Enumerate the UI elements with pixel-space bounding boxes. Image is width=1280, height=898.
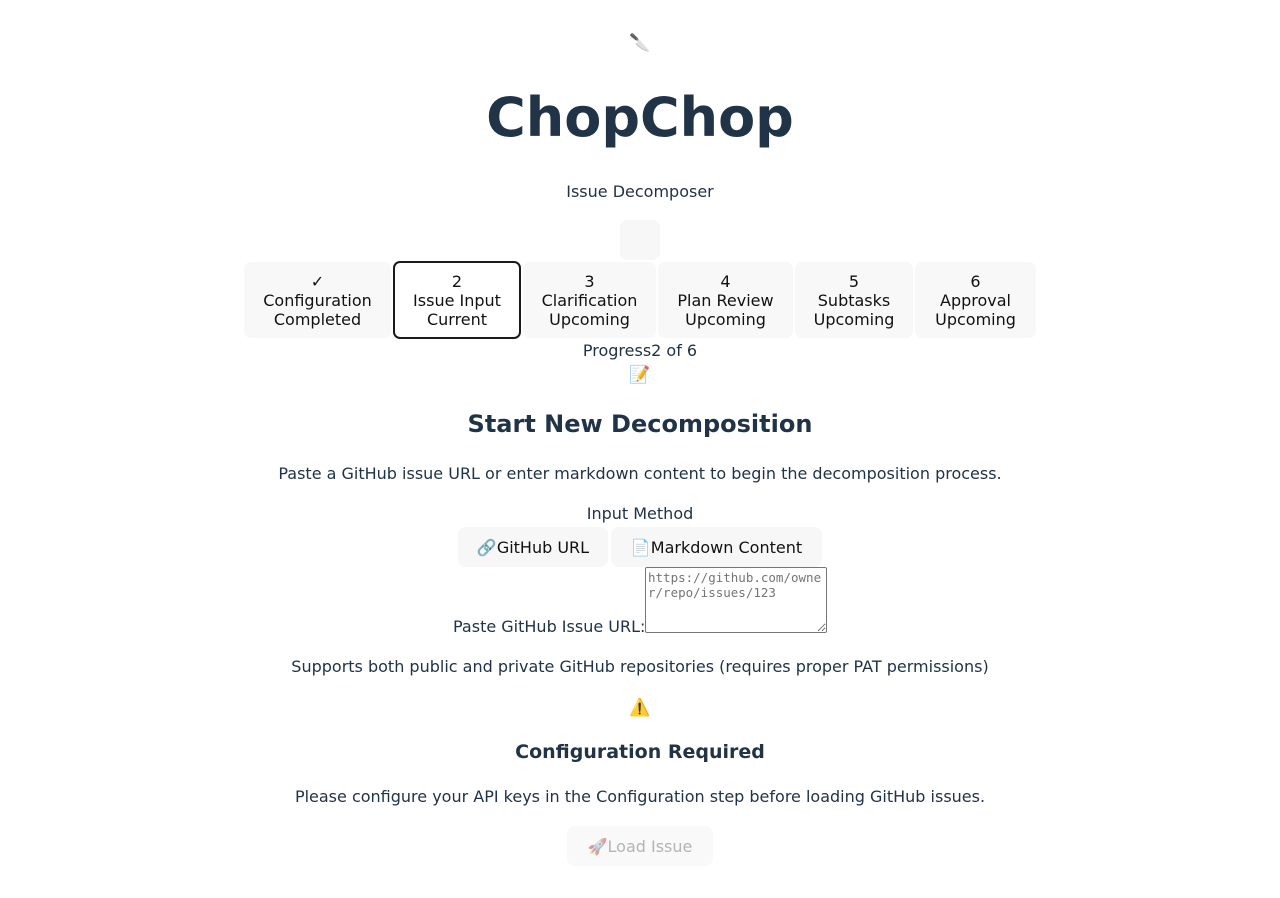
- tab-github-url[interactable]: 🔗 GitHub URL: [458, 527, 608, 567]
- step-name: Plan Review: [677, 291, 774, 310]
- step-subtasks[interactable]: 5 Subtasks Upcoming: [795, 262, 913, 338]
- step-name: Configuration: [263, 291, 372, 310]
- section-title: Start New Decomposition: [467, 410, 813, 438]
- step-status: Upcoming: [813, 310, 895, 329]
- step-configuration[interactable]: ✓ Configuration Completed: [244, 262, 391, 338]
- step-status: Upcoming: [935, 310, 1016, 329]
- load-issue-label: Load Issue: [607, 836, 693, 856]
- help-text: Supports both public and private GitHub …: [291, 657, 989, 676]
- step-number: ✓: [310, 272, 325, 291]
- section-description: Paste a GitHub issue URL or enter markdo…: [278, 464, 1002, 483]
- theme-toggle-button[interactable]: [620, 220, 660, 260]
- link-icon: 🔗: [476, 537, 497, 557]
- tab-label: Markdown Content: [650, 537, 803, 557]
- step-number: 2: [451, 272, 463, 291]
- step-name: Clarification: [541, 291, 638, 310]
- step-plan-review[interactable]: 4 Plan Review Upcoming: [658, 262, 793, 338]
- step-status: Completed: [273, 310, 362, 329]
- progress-text: Progress2 of 6: [582, 341, 698, 360]
- warning-title: Configuration Required: [515, 741, 765, 763]
- step-name: Approval: [940, 291, 1011, 310]
- app-subtitle: Issue Decomposer: [566, 182, 714, 201]
- github-url-input[interactable]: [645, 567, 827, 633]
- page: 🔪 ChopChop Issue Decomposer ✓ Configurat…: [0, 0, 1280, 898]
- step-clarification[interactable]: 3 Clarification Upcoming: [523, 262, 656, 338]
- step-name: Subtasks: [817, 291, 891, 310]
- step-status: Upcoming: [549, 310, 630, 329]
- warning-icon: ⚠️: [629, 698, 651, 718]
- step-status: Current: [426, 310, 488, 329]
- tab-label: GitHub URL: [496, 537, 590, 557]
- step-name: Issue Input: [413, 291, 501, 310]
- step-number: 4: [720, 272, 731, 291]
- load-issue-button[interactable]: 🚀 Load Issue: [567, 826, 713, 866]
- tab-markdown-content[interactable]: 📄 Markdown Content: [611, 527, 822, 567]
- step-approval[interactable]: 6 Approval Upcoming: [915, 262, 1036, 338]
- url-label: Paste GitHub Issue URL:: [453, 617, 646, 636]
- input-method-label: Input Method: [586, 504, 694, 523]
- document-icon: 📄: [630, 537, 651, 557]
- step-number: 6: [970, 272, 981, 291]
- step-issue-input[interactable]: 2 Issue Input Current: [393, 261, 521, 339]
- rocket-icon: 🚀: [587, 836, 608, 856]
- step-number: 5: [848, 272, 860, 291]
- knife-icon: 🔪: [629, 33, 651, 53]
- app-title: ChopChop: [486, 86, 794, 149]
- warning-message: Please configure your API keys in the Co…: [294, 787, 986, 806]
- step-number: 3: [584, 272, 595, 291]
- memo-icon: 📝: [629, 365, 651, 385]
- step-status: Upcoming: [685, 310, 766, 329]
